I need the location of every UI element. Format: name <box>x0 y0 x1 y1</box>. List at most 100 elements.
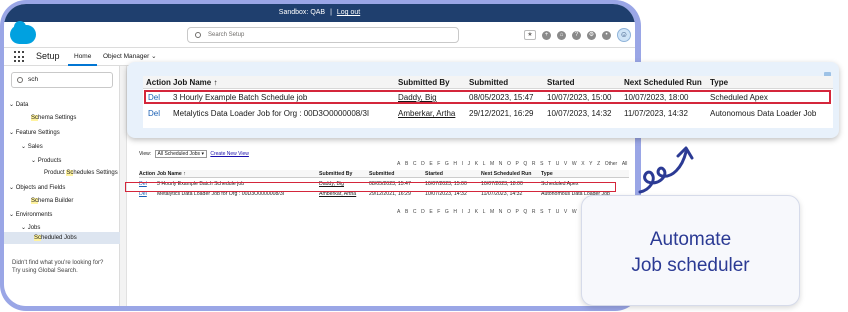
search-input[interactable]: Search Setup <box>187 27 459 43</box>
alphabet-filter-link[interactable]: I <box>462 161 463 167</box>
col-started[interactable]: Started <box>547 76 575 89</box>
quick-find-input[interactable]: sch <box>11 72 113 88</box>
alphabet-filter-link[interactable]: G <box>445 209 449 215</box>
trailhead-icon[interactable]: ⌂ <box>557 30 566 40</box>
view-select[interactable]: All Scheduled Jobs ▾ <box>154 150 207 158</box>
sidebar-item-environments[interactable]: ⌄ Environments <box>9 211 52 218</box>
bell-icon[interactable]: • <box>602 30 611 40</box>
create-new-view-link[interactable]: Create New View <box>210 151 249 157</box>
alphabet-filter-link[interactable]: H <box>453 161 457 167</box>
sidebar-item-objects-and-fields[interactable]: ⌄ Objects and Fields <box>9 184 65 191</box>
alphabet-filter-link[interactable]: T <box>548 209 551 215</box>
logout-link[interactable]: Log out <box>337 9 360 16</box>
sidebar-item-products[interactable]: ⌄ Products <box>31 157 61 164</box>
col-next-run[interactable]: Next Scheduled Run <box>481 170 531 178</box>
sidebar-item-scheduled-jobs[interactable]: Scheduled Jobs <box>34 235 77 241</box>
alphabet-filter-link[interactable]: K <box>475 209 478 215</box>
alphabet-filter-link[interactable]: F <box>437 209 440 215</box>
sidebar-item-feature-settings[interactable]: ⌄ Feature Settings <box>9 129 60 136</box>
col-action: Action <box>146 78 171 87</box>
col-type[interactable]: Type <box>541 170 553 178</box>
sidebar-item-jobs[interactable]: ⌄ Jobs <box>21 224 40 231</box>
sidebar-item-product-schedules-settings[interactable]: Product Schedules Settings <box>44 170 118 176</box>
alphabet-filter-link[interactable]: S <box>540 209 543 215</box>
app-launcher-icon[interactable] <box>14 51 26 63</box>
alphabet-filter-link[interactable]: H <box>453 209 457 215</box>
alphabet-filter-link[interactable]: V <box>564 209 567 215</box>
search-placeholder: Search Setup <box>208 32 245 38</box>
row-highlight-box <box>144 90 831 104</box>
submitted-by-link[interactable]: Amberkar, Artha <box>398 107 455 120</box>
alphabet-filter-link[interactable]: Y <box>589 161 592 167</box>
alphabet-filter-link[interactable]: V <box>564 161 567 167</box>
alphabet-filter-link[interactable]: All <box>622 161 628 167</box>
alphabet-filter-link[interactable]: L <box>483 209 486 215</box>
sidebar-item-data[interactable]: ⌄ Data <box>9 101 28 108</box>
alphabet-filter-link[interactable]: E <box>429 161 432 167</box>
col-job-name[interactable]: Job Name ↑ <box>157 170 186 178</box>
alphabet-filter-link[interactable]: T <box>548 161 551 167</box>
alphabet-filter-link[interactable]: Other <box>605 161 618 167</box>
alphabet-filter-link[interactable]: O <box>507 161 511 167</box>
alphabet-filter-link[interactable]: E <box>429 209 432 215</box>
alphabet-filter-link[interactable]: C <box>413 161 417 167</box>
alphabet-filter-link[interactable]: S <box>540 161 543 167</box>
avatar[interactable]: ☺ <box>617 28 631 42</box>
alphabet-filter-link[interactable]: J <box>468 209 471 215</box>
sidebar-item-sales[interactable]: ⌄ Sales <box>21 143 43 150</box>
help-icon[interactable]: ? <box>572 30 581 40</box>
col-submitted[interactable]: Submitted <box>469 76 508 89</box>
callout-line-1: Automate <box>649 229 732 250</box>
alphabet-filter-link[interactable]: O <box>507 209 511 215</box>
alphabet-filter-link[interactable]: B <box>405 209 408 215</box>
alphabet-filter-link[interactable]: I <box>462 209 463 215</box>
col-next-run[interactable]: Next Scheduled Run <box>624 76 702 89</box>
col-type[interactable]: Type <box>710 76 728 89</box>
alphabet-filter-link[interactable]: W <box>572 161 577 167</box>
alphabet-filter-link[interactable]: J <box>468 161 471 167</box>
alphabet-filter-link[interactable]: L <box>483 161 486 167</box>
alphabet-filter-link[interactable]: M <box>490 209 494 215</box>
alphabet-filter-link[interactable]: N <box>499 161 503 167</box>
sidebar-item-schema-settings[interactable]: Schema Settings <box>31 115 76 121</box>
alphabet-filter-link[interactable]: U <box>556 209 560 215</box>
alphabet-filter-link[interactable]: D <box>421 161 425 167</box>
col-submitted-by[interactable]: Submitted By <box>319 170 352 178</box>
col-submitted-by[interactable]: Submitted By <box>398 76 450 89</box>
alphabet-filter-link[interactable]: N <box>499 209 503 215</box>
label-post: hedules Settings <box>73 170 118 176</box>
alphabet-filter-link[interactable]: A <box>397 209 400 215</box>
del-link[interactable]: Del <box>148 107 160 120</box>
col-started[interactable]: Started <box>425 170 443 178</box>
salesforce-logo[interactable] <box>10 21 36 44</box>
alphabet-filter-link[interactable]: D <box>421 209 425 215</box>
alphabet-filter-link[interactable]: F <box>437 161 440 167</box>
gear-icon[interactable]: ⚙ <box>587 30 596 40</box>
favorites-icon[interactable]: ★ <box>524 30 536 40</box>
sidebar-item-schema-builder[interactable]: Schema Builder <box>31 198 73 204</box>
alphabet-filter-link[interactable]: A <box>397 161 400 167</box>
alphabet-filter-link[interactable]: C <box>413 209 417 215</box>
col-submitted[interactable]: Submitted <box>369 170 394 178</box>
alphabet-filter-link[interactable]: W <box>572 209 577 215</box>
sidebar: sch ⌄ Data Schema Settings ⌄ Feature Set… <box>4 66 120 306</box>
view-label: View: <box>139 151 152 157</box>
col-job-name[interactable]: Job Name ↑ <box>173 76 217 89</box>
alphabet-filter-link[interactable]: R <box>532 209 536 215</box>
alphabet-filter-link[interactable]: G <box>445 161 449 167</box>
alphabet-filter-link[interactable]: B <box>405 161 408 167</box>
alphabet-filter-link[interactable]: K <box>475 161 478 167</box>
alphabet-filter-link[interactable]: Q <box>523 209 527 215</box>
alphabet-filter-link[interactable]: Z <box>597 161 600 167</box>
add-icon[interactable]: + <box>542 30 551 40</box>
alphabet-filter-link[interactable]: R <box>532 161 536 167</box>
alphabet-filter-link[interactable]: Q <box>523 161 527 167</box>
alphabet-filter-link[interactable]: P <box>515 161 518 167</box>
alphabet-filter-link[interactable]: M <box>490 161 494 167</box>
alphabet-filter-link[interactable]: P <box>515 209 518 215</box>
label-post: hema Builder <box>38 198 74 204</box>
alphabet-filter-link[interactable]: X <box>581 161 584 167</box>
screenshot-frame: Sandbox: QAB | Log out Search Setup ★ + … <box>0 0 641 311</box>
tab-home[interactable]: Home <box>68 48 98 66</box>
alphabet-filter-link[interactable]: U <box>556 161 560 167</box>
